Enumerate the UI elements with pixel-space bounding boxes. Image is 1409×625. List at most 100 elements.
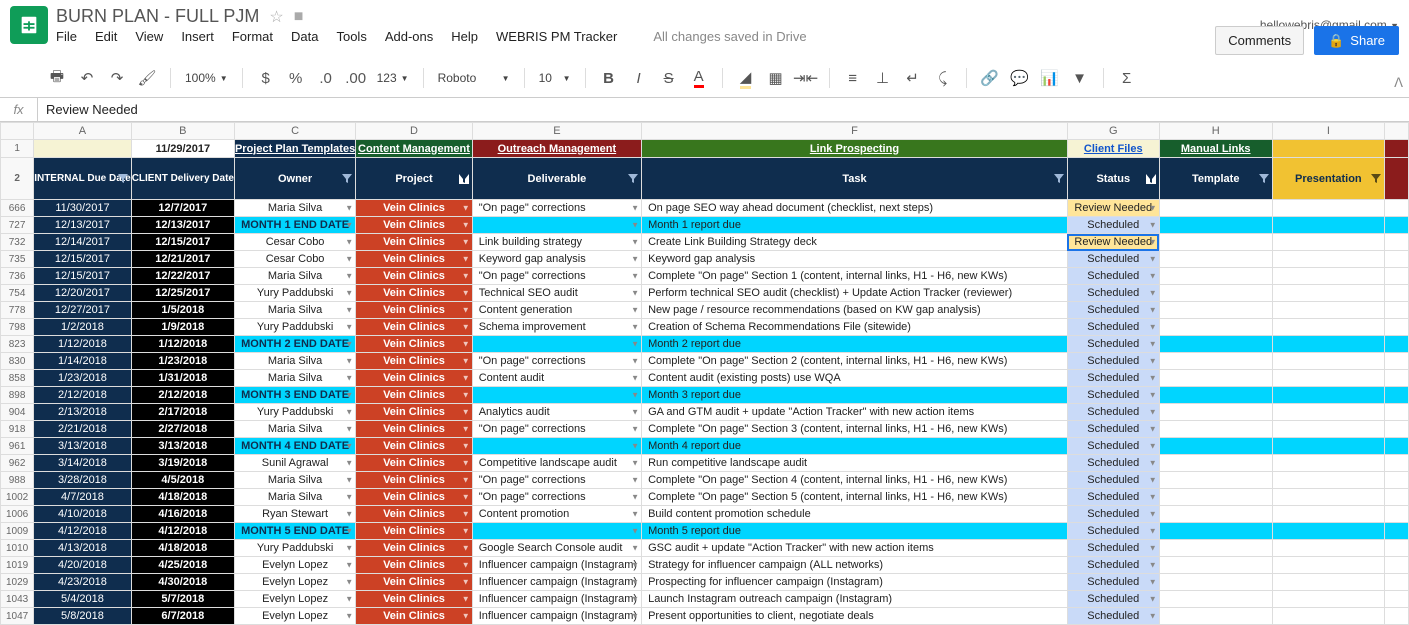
table-row[interactable]: 9883/28/20184/5/2018Maria Silva▼Vein Cli… [1,472,1409,489]
dropdown-icon[interactable]: ▼ [631,561,639,570]
dropdown-icon[interactable]: ▼ [462,510,470,519]
dropdown-icon[interactable]: ▼ [462,442,470,451]
star-icon[interactable]: ☆ [269,7,283,27]
col-header[interactable]: A [34,123,132,140]
dropdown-icon[interactable]: ▼ [631,578,639,587]
dropdown-icon[interactable]: ▼ [462,595,470,604]
dropdown-icon[interactable]: ▼ [631,272,639,281]
undo-icon[interactable]: ↶ [74,65,100,91]
dropdown-icon[interactable]: ▼ [345,612,353,621]
row-number[interactable]: 1 [1,140,34,158]
table-row[interactable]: 9623/14/20183/19/2018Sunil Agrawal▼Vein … [1,455,1409,472]
functions-icon[interactable]: Σ [1114,65,1140,91]
row-number[interactable]: 898 [1,387,34,404]
dropdown-icon[interactable]: ▼ [462,561,470,570]
dropdown-icon[interactable]: ▼ [1149,323,1157,332]
italic-icon[interactable]: I [626,65,652,91]
filter-icon[interactable] [342,174,352,184]
fill-color-icon[interactable]: ◢ [733,65,759,91]
filter-icon[interactable] [1146,174,1156,184]
table-row[interactable]: 10064/10/20184/16/2018Ryan Stewart▼Vein … [1,506,1409,523]
row-number[interactable]: 666 [1,200,34,217]
row-number[interactable]: 1010 [1,540,34,557]
dropdown-icon[interactable]: ▼ [631,238,639,247]
table-row[interactable]: 8301/14/20181/23/2018Maria Silva▼Vein Cl… [1,353,1409,370]
dropdown-icon[interactable]: ▼ [345,255,353,264]
table-row[interactable]: 75412/20/201712/25/2017Yury Paddubski▼Ve… [1,285,1409,302]
dropdown-icon[interactable]: ▼ [631,544,639,553]
dropdown-icon[interactable]: ▼ [462,578,470,587]
dropdown-icon[interactable]: ▼ [1149,578,1157,587]
row-number[interactable]: 961 [1,438,34,455]
v-align-icon[interactable]: ⊥ [870,65,896,91]
dropdown-icon[interactable]: ▼ [631,306,639,315]
filter-icon[interactable] [118,174,128,184]
col-header[interactable]: B [131,123,234,140]
dropdown-icon[interactable]: ▼ [1149,493,1157,502]
col-header[interactable]: G [1067,123,1159,140]
filter-icon[interactable] [1371,174,1381,184]
dropdown-icon[interactable]: ▼ [462,459,470,468]
dropdown-icon[interactable]: ▼ [345,272,353,281]
col-header[interactable]: C [234,123,355,140]
dropdown-icon[interactable]: ▼ [462,221,470,230]
filter-icon[interactable]: ▼ [1067,65,1093,91]
zoom-select[interactable]: 100% ▼ [181,71,232,85]
filter-icon[interactable] [1054,174,1064,184]
row-number[interactable]: 727 [1,217,34,234]
merge-icon[interactable]: ⇥⇤ [793,65,819,91]
row-number[interactable]: 988 [1,472,34,489]
dropdown-icon[interactable]: ▼ [1149,612,1157,621]
dropdown-icon[interactable]: ▼ [462,493,470,502]
dropdown-icon[interactable]: ▼ [345,578,353,587]
dropdown-icon[interactable]: ▼ [1149,204,1157,213]
row-number[interactable]: 754 [1,285,34,302]
table-row[interactable]: 10104/13/20184/18/2018Yury Paddubski▼Vei… [1,540,1409,557]
dropdown-icon[interactable]: ▼ [462,289,470,298]
outreach-management-link[interactable]: Outreach Management [472,140,641,158]
row-number[interactable]: 1006 [1,506,34,523]
dropdown-icon[interactable]: ▼ [345,289,353,298]
dropdown-icon[interactable]: ▼ [1149,340,1157,349]
filter-icon[interactable] [459,174,469,184]
row-number[interactable]: 778 [1,302,34,319]
dropdown-icon[interactable]: ▼ [462,272,470,281]
table-row[interactable]: 8231/12/20181/12/2018MONTH 2 END DATE▼Ve… [1,336,1409,353]
row-number[interactable]: 1009 [1,523,34,540]
dropdown-icon[interactable]: ▼ [345,391,353,400]
comments-button[interactable]: Comments [1215,26,1304,55]
comment-icon[interactable]: 💬 [1007,65,1033,91]
dropdown-icon[interactable]: ▼ [462,340,470,349]
row-number[interactable]: 962 [1,455,34,472]
table-row[interactable]: 10294/23/20184/30/2018Evelyn Lopez▼Vein … [1,574,1409,591]
dropdown-icon[interactable]: ▼ [345,323,353,332]
dropdown-icon[interactable]: ▼ [462,255,470,264]
dropdown-icon[interactable]: ▼ [345,476,353,485]
table-row[interactable]: 10024/7/20184/18/2018Maria Silva▼Vein Cl… [1,489,1409,506]
table-row[interactable]: 9042/13/20182/17/2018Yury Paddubski▼Vein… [1,404,1409,421]
dropdown-icon[interactable]: ▼ [1149,544,1157,553]
row-number[interactable]: 732 [1,234,34,251]
dropdown-icon[interactable]: ▼ [631,221,639,230]
row-number[interactable]: 1019 [1,557,34,574]
dropdown-icon[interactable]: ▼ [1149,459,1157,468]
dropdown-icon[interactable]: ▼ [1149,425,1157,434]
dropdown-icon[interactable]: ▼ [345,425,353,434]
col-header[interactable] [1384,123,1408,140]
dropdown-icon[interactable]: ▼ [1149,510,1157,519]
dropdown-icon[interactable]: ▼ [345,493,353,502]
decrease-decimal-icon[interactable]: .0 [313,65,339,91]
row-number[interactable]: 830 [1,353,34,370]
row-number[interactable]: 736 [1,268,34,285]
client-files-link[interactable]: Client Files [1067,140,1159,158]
table-row[interactable]: 10094/12/20184/12/2018MONTH 5 END DATE▼V… [1,523,1409,540]
share-button[interactable]: 🔒Share [1314,26,1399,55]
table-row[interactable]: 10194/20/20184/25/2018Evelyn Lopez▼Vein … [1,557,1409,574]
row-number[interactable]: 918 [1,421,34,438]
dropdown-icon[interactable]: ▼ [631,408,639,417]
font-select[interactable]: Roboto ▼ [434,71,514,85]
dropdown-icon[interactable]: ▼ [345,561,353,570]
dropdown-icon[interactable]: ▼ [1149,289,1157,298]
column-headers[interactable]: ABCDEFGHI [1,123,1409,140]
dropdown-icon[interactable]: ▼ [1149,476,1157,485]
